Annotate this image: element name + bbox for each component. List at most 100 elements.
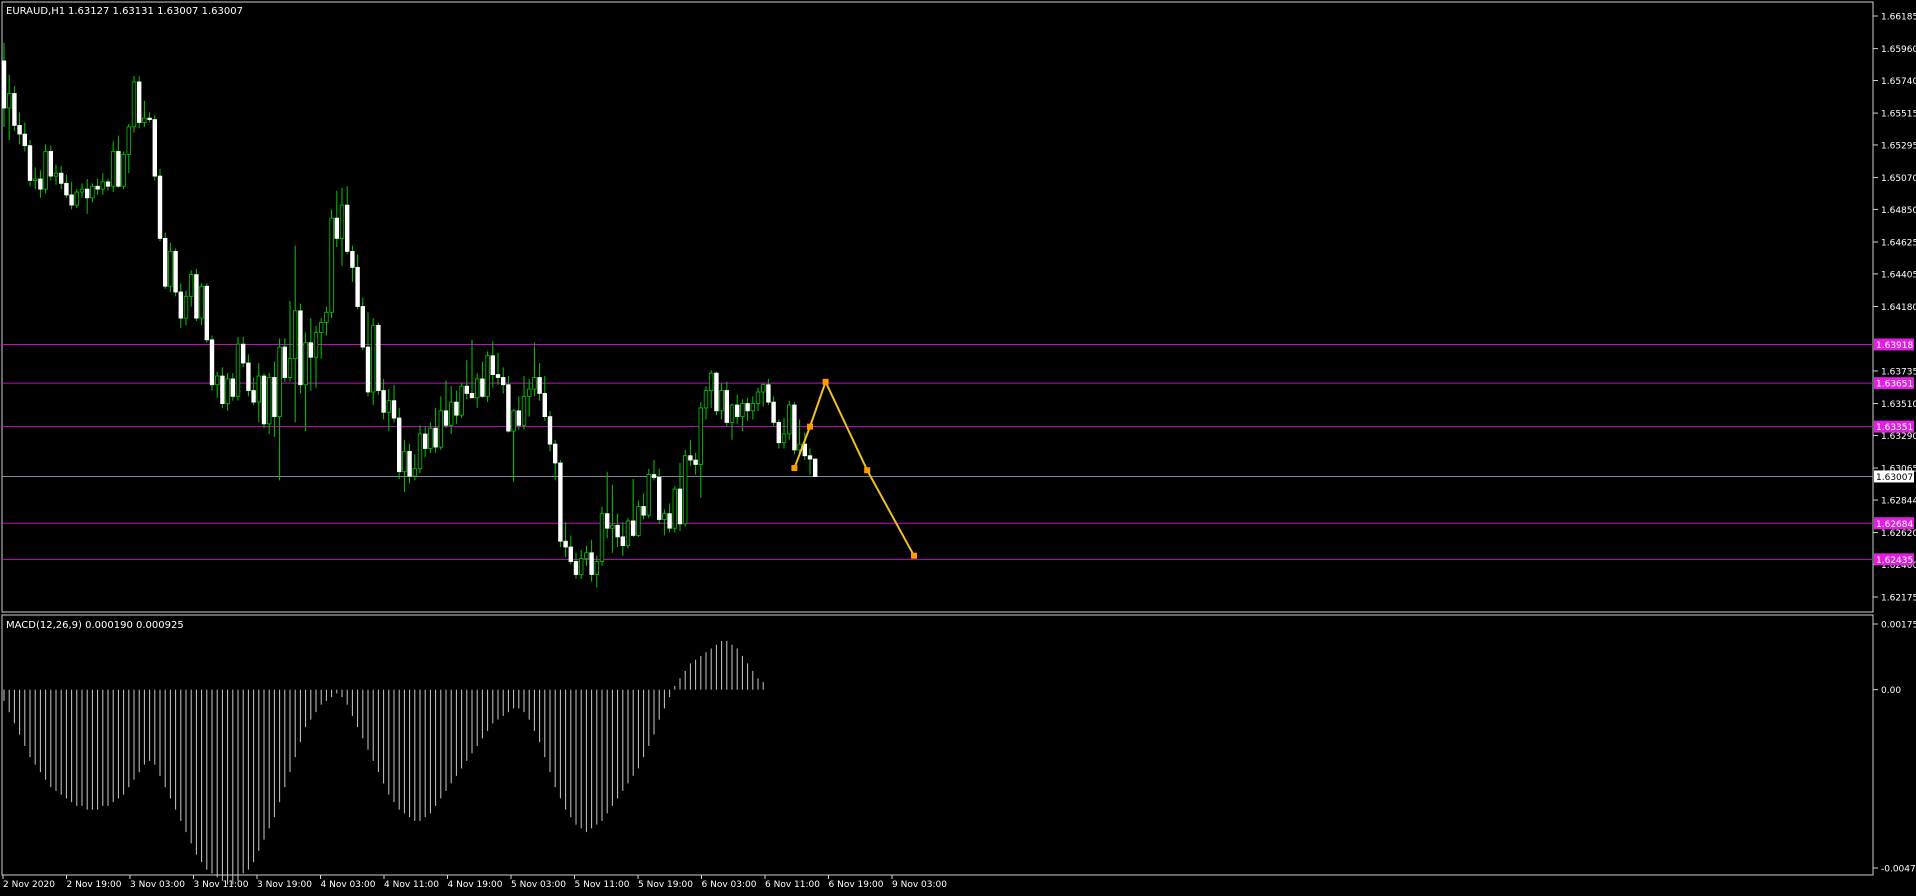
candle-body <box>620 536 625 546</box>
candle-body <box>610 524 615 529</box>
candle-body <box>17 124 22 135</box>
candle-body <box>729 404 735 423</box>
candle-body <box>292 310 298 360</box>
candle-body <box>709 372 714 391</box>
candle-body <box>402 450 407 473</box>
time-tick-label: 4 Nov 19:00 <box>448 880 503 890</box>
candle-body <box>448 401 454 426</box>
projection-point[interactable] <box>791 465 798 472</box>
candle-body <box>500 377 506 386</box>
candle-body <box>111 151 116 187</box>
candle-body <box>495 374 501 378</box>
candle <box>636 500 641 537</box>
projection-point[interactable] <box>807 423 813 430</box>
candle-body <box>230 378 235 397</box>
candle-body <box>199 285 204 319</box>
price-tick-label: 1.66185 <box>1881 13 1916 23</box>
candle-body <box>547 416 553 445</box>
candle <box>74 189 79 208</box>
candle-body <box>147 117 152 120</box>
candle-body <box>329 217 334 313</box>
candle <box>787 400 792 440</box>
price-tick-label: 1.62175 <box>1881 594 1916 604</box>
candle-body <box>173 251 178 293</box>
candle-body <box>1 60 7 109</box>
candle-body <box>204 285 209 341</box>
ohlc-info: 1.63127 1.63131 1.63007 1.63007 <box>68 6 243 17</box>
time-tick-label: 3 Nov 11:00 <box>194 880 249 890</box>
macd-tick-label: 0.00 <box>1881 686 1901 696</box>
candle-body <box>787 404 792 435</box>
candle <box>599 506 605 566</box>
candle-body <box>735 404 740 418</box>
candle-body <box>272 377 277 418</box>
candle-body <box>355 266 360 307</box>
candle-body <box>376 324 381 391</box>
candle-body <box>48 151 53 177</box>
candle-body <box>209 339 215 386</box>
candle-body <box>636 506 641 536</box>
level-price-label: 1.63351 <box>1876 423 1913 433</box>
candle <box>558 460 563 548</box>
price-tick-label: 1.65740 <box>1881 77 1916 87</box>
candle-body <box>162 238 168 287</box>
projection-point[interactable] <box>822 378 829 385</box>
candle-body <box>657 477 662 520</box>
time-tick-label: 3 Nov 19:00 <box>257 880 312 890</box>
candle-body <box>703 390 709 409</box>
candle-body <box>277 346 282 418</box>
candle-body <box>542 393 547 418</box>
candle-body <box>412 468 417 477</box>
candle <box>131 76 137 133</box>
candle <box>121 151 126 190</box>
time-tick-label: 5 Nov 19:00 <box>638 880 693 890</box>
candle <box>298 303 303 394</box>
candle-body <box>813 458 818 477</box>
candle-body <box>136 81 142 123</box>
price-tick-label: 1.63510 <box>1881 400 1916 410</box>
candle-body <box>438 410 443 448</box>
candle-body <box>521 395 527 426</box>
candle <box>792 402 797 455</box>
candle-body <box>662 513 667 520</box>
candle-body <box>142 117 147 123</box>
candle-body <box>672 488 677 529</box>
projection-point[interactable] <box>911 552 917 559</box>
candle-body <box>74 191 79 206</box>
current-price-label: 1.63007 <box>1876 473 1913 483</box>
candle <box>157 168 163 242</box>
candle-body <box>693 459 698 465</box>
candle-body <box>43 151 48 190</box>
candle-body <box>116 151 121 187</box>
candle-body <box>776 422 781 444</box>
candle-body <box>485 355 490 397</box>
chart-window: 1.66185 1.65960 1.65740 1.65515 1.65295 1.650… <box>0 0 1916 896</box>
candle-body <box>667 513 672 529</box>
price-tick-label: 1.64180 <box>1881 303 1916 313</box>
candle-body <box>38 178 43 190</box>
time-tick-label: 2 Nov 19:00 <box>67 880 122 890</box>
candle <box>370 318 376 406</box>
candle <box>152 115 157 181</box>
candle-body <box>615 524 620 538</box>
candle-body <box>365 346 371 393</box>
candle-body <box>85 188 90 199</box>
candle <box>459 383 464 419</box>
projection-point[interactable] <box>864 467 871 474</box>
symbol-info: EURAUD,H1 <box>6 6 65 17</box>
candle-body <box>168 251 173 287</box>
candle-body <box>464 385 469 394</box>
candle-body <box>64 182 69 196</box>
candle <box>683 449 688 527</box>
candle-body <box>558 462 563 542</box>
candle-body <box>506 384 511 432</box>
candle-body <box>188 274 194 297</box>
candle <box>646 468 651 519</box>
price-tick-label: 1.62620 <box>1881 529 1916 539</box>
candle-body <box>745 403 750 412</box>
price-tick-label: 1.64850 <box>1881 206 1916 216</box>
candle <box>136 76 142 129</box>
candle-body <box>251 390 256 403</box>
level-price-label: 1.63918 <box>1876 341 1913 351</box>
candle-body <box>771 401 776 423</box>
